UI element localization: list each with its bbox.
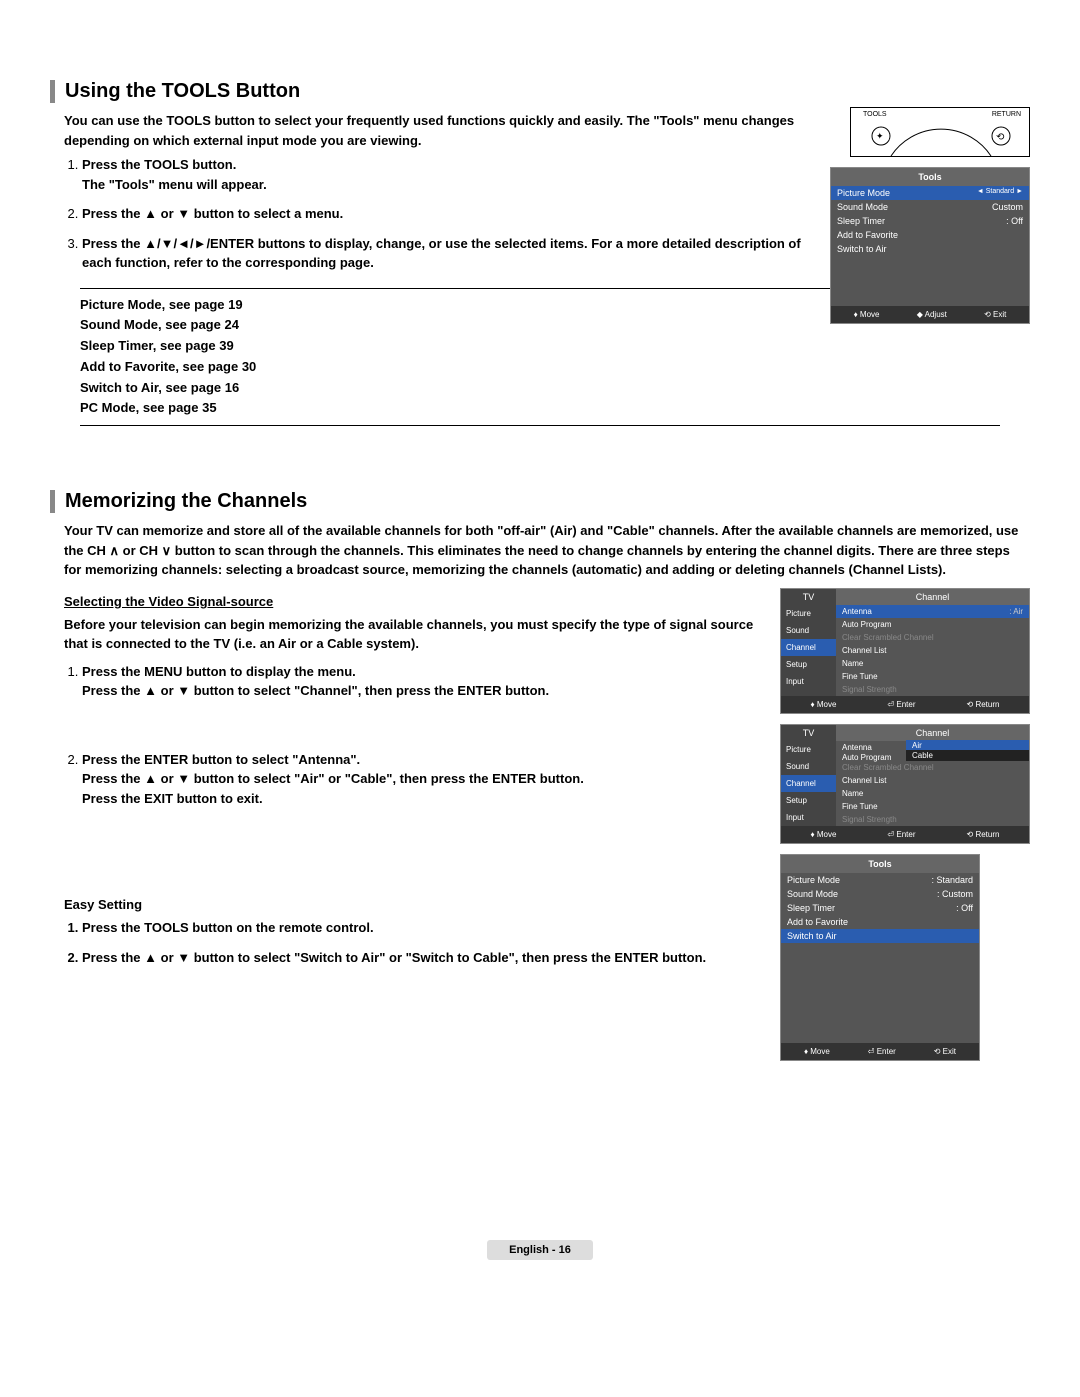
tools-row-switch-air[interactable]: Switch to Air xyxy=(781,929,979,943)
section-using-tools: Using the TOOLS Button TOOLS RETURN ✦⟲ T… xyxy=(50,80,1030,456)
tools-row-air[interactable]: Switch to Air xyxy=(831,242,1029,256)
ref-air: Switch to Air, see page 16 xyxy=(80,378,1000,399)
section2-intro: Your TV can memorize and store all of th… xyxy=(64,521,1030,580)
channel-panel-2: TVChannel Picture Sound Channel Setup In… xyxy=(780,724,1030,844)
section2-title: Memorizing the Channels xyxy=(50,490,1030,513)
tools-row-sleep[interactable]: Sleep Timer: Off xyxy=(831,214,1029,228)
ref-fav: Add to Favorite, see page 30 xyxy=(80,357,1000,378)
svg-text:⟲: ⟲ xyxy=(996,132,1005,143)
tools-row-picture[interactable]: Picture Mode◄ Standard ► xyxy=(831,186,1029,200)
tools-footer: ♦ Move◆ Adjust⟲ Exit xyxy=(831,306,1029,323)
right-column-panels: TVChannel Picture Sound Channel Setup In… xyxy=(780,588,1030,1061)
ref-sleep: Sleep Timer, see page 39 xyxy=(80,336,1000,357)
page-footer: English - 16 xyxy=(50,1241,1030,1256)
channel-sidebar: Picture Sound Channel Setup Input xyxy=(781,605,836,696)
remote-graphic: TOOLS RETURN ✦⟲ xyxy=(850,107,1030,157)
ref-pc: PC Mode, see page 35 xyxy=(80,398,1000,419)
tools-row-sound[interactable]: Sound ModeCustom xyxy=(831,200,1029,214)
channel-panel-1: TVChannel Picture Sound Channel Setup In… xyxy=(780,588,1030,714)
row-antenna[interactable]: Antenna: Air xyxy=(836,605,1029,618)
svg-text:✦: ✦ xyxy=(876,131,884,141)
right-column-graphics: TOOLS RETURN ✦⟲ Tools Picture Mode◄ Stan… xyxy=(830,107,1030,324)
section-title: Using the TOOLS Button xyxy=(50,80,1030,103)
tools-menu-panel: Tools Picture Mode◄ Standard ► Sound Mod… xyxy=(830,167,1030,324)
opt-cable[interactable]: Cable xyxy=(906,750,1029,761)
section-memorizing-channels: Memorizing the Channels Your TV can memo… xyxy=(50,490,1030,1061)
tools-row-fav[interactable]: Add to Favorite xyxy=(831,228,1029,242)
tools-menu-panel-2: Tools Picture Mode: Standard Sound Mode:… xyxy=(780,854,980,1061)
tools-header: Tools xyxy=(831,168,1029,186)
